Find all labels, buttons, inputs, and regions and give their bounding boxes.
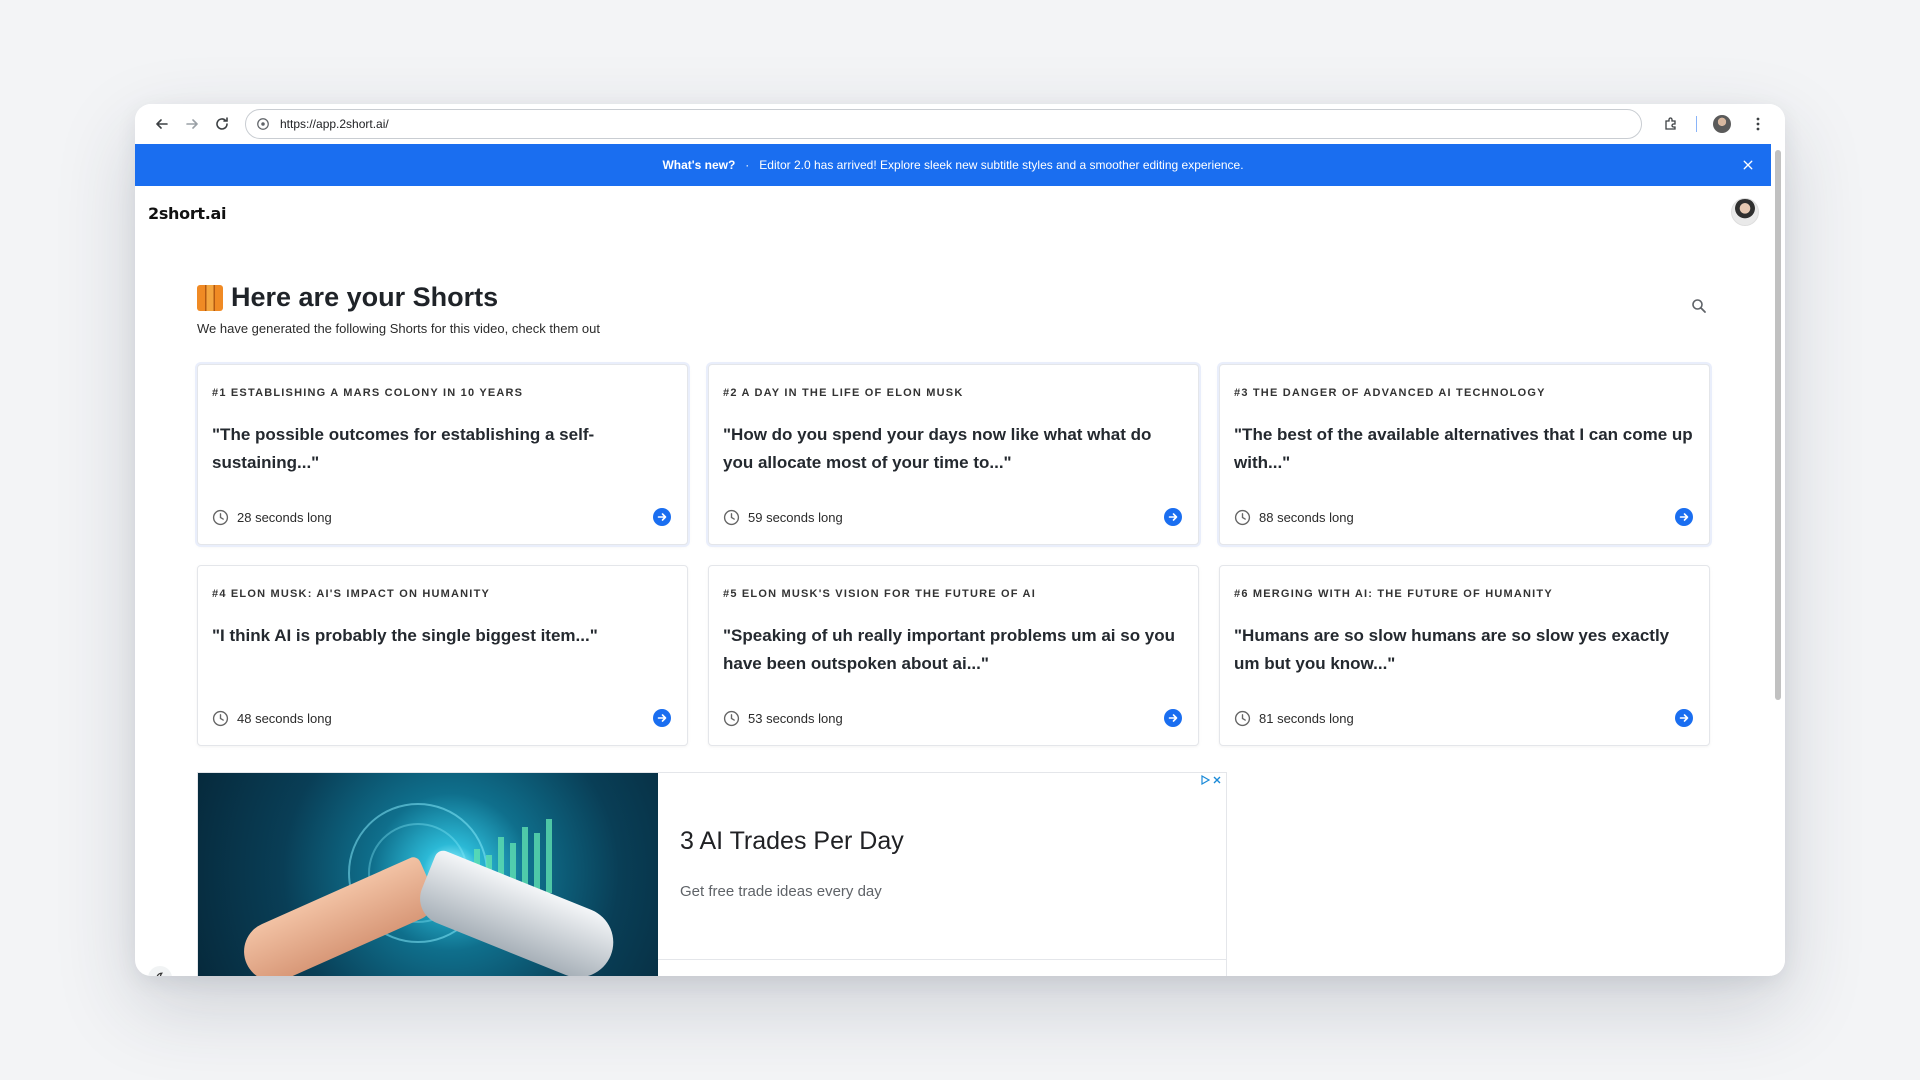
ad-divider <box>658 959 1226 960</box>
short-tag: #4 Elon Musk: AI's Impact on Humanity <box>212 588 491 600</box>
forward-arrow-icon <box>186 119 198 129</box>
ad-choices[interactable] <box>1200 775 1222 785</box>
shorts-grid: #1 Establishing a Mars Colony in 10 Year… <box>197 364 1710 746</box>
clock-icon <box>1234 509 1251 526</box>
ad-close-icon[interactable] <box>1212 775 1222 785</box>
banner-separator: · <box>745 158 750 172</box>
open-short-button[interactable] <box>653 508 671 526</box>
profile-button[interactable] <box>1707 109 1737 139</box>
short-duration: 59 seconds long <box>723 509 843 526</box>
clock-icon <box>723 509 740 526</box>
page-title: Here are your Shorts <box>231 282 499 312</box>
duration-text: 53 seconds long <box>748 711 843 726</box>
duration-text: 28 seconds long <box>237 510 332 525</box>
page-subtitle: We have generated the following Shorts f… <box>197 321 600 336</box>
search-button[interactable] <box>1687 294 1711 318</box>
open-short-button[interactable] <box>1164 508 1182 526</box>
browser-menu-button[interactable] <box>1743 109 1773 139</box>
advertisement[interactable]: 3 AI Trades Per Day Get free trade ideas… <box>197 772 1227 976</box>
open-short-button[interactable] <box>1675 709 1693 727</box>
open-short-button[interactable] <box>653 709 671 727</box>
short-quote: "I think AI is probably the single bigge… <box>212 626 598 645</box>
short-card[interactable]: #5 Elon Musk's Vision for the Future of … <box>708 565 1199 746</box>
browser-window: https://app.2short.ai/ What's new? · Edi… <box>135 104 1785 976</box>
duration-text: 81 seconds long <box>1259 711 1354 726</box>
back-button[interactable] <box>147 109 177 139</box>
clock-icon <box>212 710 229 727</box>
forward-button[interactable] <box>177 109 207 139</box>
short-tag: #1 Establishing a Mars Colony in 10 Year… <box>212 387 524 399</box>
clock-icon <box>1234 710 1251 727</box>
extensions-button[interactable] <box>1656 109 1686 139</box>
banner-close-button[interactable] <box>1739 156 1757 174</box>
short-card[interactable]: #6 Merging with AI: The Future of Humani… <box>1219 565 1710 746</box>
short-duration: 28 seconds long <box>212 509 332 526</box>
short-quote: "How do you spend your days now like wha… <box>723 425 1152 472</box>
search-icon <box>1692 299 1706 313</box>
announcement-banner: What's new? · Editor 2.0 has arrived! Ex… <box>135 144 1771 186</box>
ad-title[interactable]: 3 AI Trades Per Day <box>680 827 904 856</box>
reload-icon <box>216 117 228 130</box>
short-card[interactable]: #3 The Danger of Advanced AI Technology … <box>1219 364 1710 545</box>
short-duration: 53 seconds long <box>723 710 843 727</box>
duration-text: 59 seconds long <box>748 510 843 525</box>
adchoices-play-icon[interactable] <box>1200 775 1210 785</box>
arrow-right-circle-icon <box>1679 714 1689 722</box>
browser-toolbar: https://app.2short.ai/ <box>135 104 1785 144</box>
toolbar-actions <box>1656 109 1773 139</box>
ad-image[interactable] <box>198 773 658 976</box>
page-content: 2short.ai Here are your Shorts We have g… <box>135 186 1771 976</box>
back-arrow-icon <box>156 119 168 129</box>
url-text: https://app.2short.ai/ <box>280 117 389 131</box>
duration-text: 88 seconds long <box>1259 510 1354 525</box>
clock-icon <box>212 509 229 526</box>
whats-new-link[interactable]: What's new? <box>662 158 735 172</box>
page-heading: Here are your Shorts <box>197 282 498 313</box>
reload-button[interactable] <box>207 109 237 139</box>
short-tag: #5 Elon Musk's Vision for the Future of … <box>723 588 1036 600</box>
short-tag: #2 A Day in the Life of Elon Musk <box>723 387 964 399</box>
short-duration: 81 seconds long <box>1234 710 1354 727</box>
short-quote: "The possible outcomes for establishing … <box>212 425 595 472</box>
site-info-icon[interactable] <box>256 117 270 131</box>
ad-description: Get free trade ideas every day <box>680 883 882 900</box>
short-tag: #6 Merging with AI: The Future of Humani… <box>1234 588 1553 600</box>
toolbar-divider <box>1696 116 1697 132</box>
short-tag: #3 The Danger of Advanced AI Technology <box>1234 387 1546 399</box>
puzzle-icon <box>1665 117 1676 130</box>
short-duration: 48 seconds long <box>212 710 332 727</box>
short-card[interactable]: #1 Establishing a Mars Colony in 10 Year… <box>197 364 688 545</box>
open-short-button[interactable] <box>1164 709 1182 727</box>
short-quote: "Humans are so slow humans are so slow y… <box>1234 626 1670 673</box>
short-duration: 88 seconds long <box>1234 509 1354 526</box>
ad-image-human-hand <box>234 854 442 976</box>
short-quote: "Speaking of uh really important problem… <box>723 626 1176 673</box>
arrow-right-circle-icon <box>657 714 667 722</box>
theme-toggle-button[interactable] <box>148 966 172 976</box>
profile-avatar <box>1713 115 1731 133</box>
close-icon <box>1743 160 1753 170</box>
arrow-right-circle-icon <box>1679 513 1689 521</box>
short-card[interactable]: #4 Elon Musk: AI's Impact on Humanity "I… <box>197 565 688 746</box>
open-short-button[interactable] <box>1675 508 1693 526</box>
short-card[interactable]: #2 A Day in the Life of Elon Musk "How d… <box>708 364 1199 545</box>
page-scrollbar[interactable] <box>1771 144 1785 976</box>
scrollbar-thumb[interactable] <box>1775 150 1781 700</box>
user-avatar[interactable] <box>1731 198 1759 226</box>
moon-icon <box>156 972 164 976</box>
banner-message: Editor 2.0 has arrived! Explore sleek ne… <box>759 158 1244 172</box>
arrow-right-circle-icon <box>657 513 667 521</box>
duration-text: 48 seconds long <box>237 711 332 726</box>
kebab-menu-icon <box>1756 117 1760 131</box>
address-bar[interactable]: https://app.2short.ai/ <box>245 109 1642 139</box>
app-logo[interactable]: 2short.ai <box>148 204 227 223</box>
arrow-right-circle-icon <box>1168 714 1178 722</box>
arrow-right-circle-icon <box>1168 513 1178 521</box>
clapper-emoji-icon <box>197 284 223 311</box>
clock-icon <box>723 710 740 727</box>
short-quote: "The best of the available alternatives … <box>1234 425 1693 472</box>
